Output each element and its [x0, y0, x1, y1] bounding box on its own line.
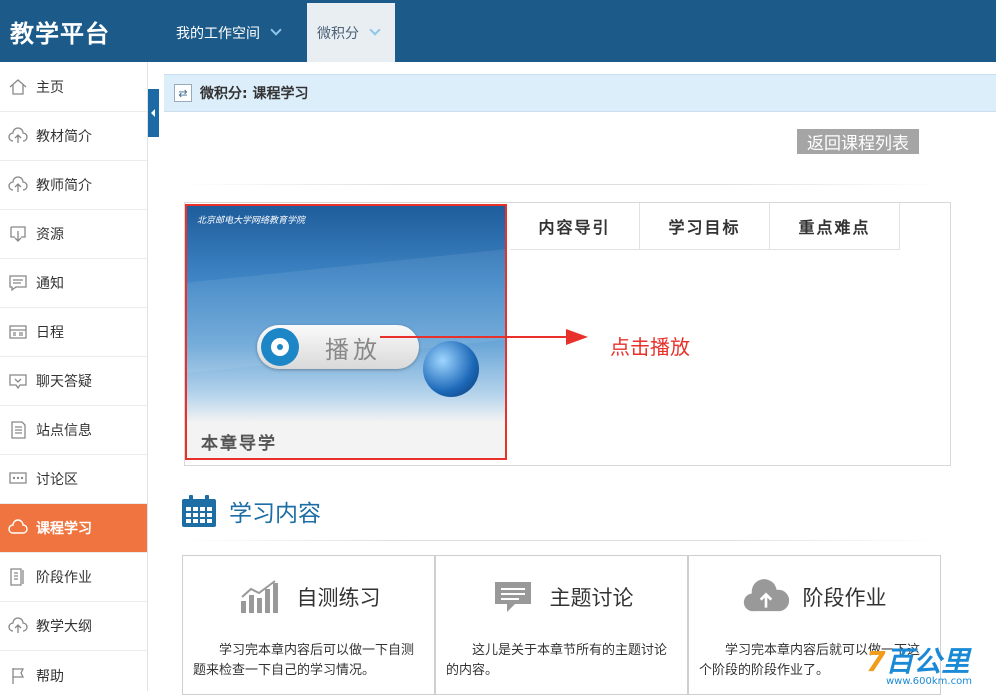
cloud-upload-icon [743, 578, 789, 616]
speech-bubble-icon [490, 578, 536, 616]
chapter-title: 本章导学 [201, 434, 277, 454]
sidebar-item-discussion[interactable]: 讨论区 [0, 455, 147, 504]
calendar-icon [0, 308, 36, 357]
sidebar-item-assignment[interactable]: 阶段作业 [0, 553, 147, 602]
sidebar-item-home[interactable]: 主页 [0, 63, 147, 112]
annotation-arrow-line [380, 336, 570, 338]
nav-my-workspace[interactable]: 我的工作空间 [166, 3, 290, 62]
assignment-icon [0, 553, 36, 602]
sidebar-item-textbook[interactable]: 教材简介 [0, 112, 147, 161]
refresh-icon[interactable]: ⇄ [174, 84, 192, 102]
arrow-right-icon [566, 329, 588, 345]
brand-logo[interactable]: 教学平台 [10, 14, 110, 49]
globe-icon [423, 341, 479, 397]
nav-calculus[interactable]: 微积分 [307, 3, 395, 62]
sidebar-item-label: 站点信息 [36, 423, 92, 439]
video-thumbnail[interactable]: 北京邮电大学网络教育学院 播放 本章导学 [187, 205, 506, 458]
nav-label: 我的工作空间 [176, 25, 260, 42]
cloud-upload-icon [0, 602, 36, 651]
card-description: 学习完本章内容后可以做一下自测题来检查一下自己的学习情况。 [193, 643, 415, 678]
sidebar-item-label: 主页 [36, 80, 64, 96]
breadcrumb: ⇄ 微积分: 课程学习 [164, 74, 996, 112]
back-to-course-list-button[interactable]: 返回课程列表 [797, 129, 919, 154]
sidebar-item-label: 通知 [36, 276, 64, 292]
cloud-upload-icon [0, 161, 36, 210]
card-self-test[interactable]: 自测练习 学习完本章内容后可以做一下自测题来检查一下自己的学习情况。 [182, 555, 435, 695]
section-title: 学习内容 [229, 501, 321, 527]
card-title: 主题讨论 [549, 586, 634, 610]
card-title: 自测练习 [296, 586, 381, 610]
watermark-url: www.600km.com [886, 676, 972, 687]
sidebar-item-label: 教学大纲 [36, 619, 92, 635]
sidebar-item-help[interactable]: 帮助 [0, 651, 147, 700]
sidebar-item-label: 帮助 [36, 668, 64, 685]
sidebar-item-label: 日程 [36, 325, 64, 341]
cloud-upload-icon [0, 112, 36, 161]
download-box-icon [0, 210, 36, 259]
chat-icon [0, 357, 36, 406]
card-description: 这儿是关于本章节所有的主题讨论的内容。 [446, 643, 668, 678]
sidebar-item-label: 教师简介 [36, 178, 92, 194]
chevron-down-icon [270, 24, 282, 36]
sidebar-collapse-toggle[interactable] [148, 89, 159, 137]
film-reel-icon [261, 328, 299, 366]
sidebar-item-site-info[interactable]: 站点信息 [0, 406, 147, 455]
sidebar-item-label: 资源 [36, 227, 64, 243]
learning-content-header: 学习内容 [181, 494, 321, 528]
sidebar-item-label: 讨论区 [36, 472, 78, 488]
flag-icon [0, 651, 36, 700]
discussion-icon [0, 455, 36, 504]
card-title: 阶段作业 [802, 586, 887, 610]
sidebar-item-chat[interactable]: 聊天答疑 [0, 357, 147, 406]
cloud-icon [0, 504, 36, 553]
divider [182, 540, 940, 541]
sidebar-item-label: 教材简介 [36, 129, 92, 145]
sidebar-item-course-study[interactable]: 课程学习 [0, 504, 147, 553]
play-button[interactable]: 播放 [257, 325, 419, 369]
tab-key-points[interactable]: 重点难点 [770, 203, 900, 249]
sidebar-item-notice[interactable]: 通知 [0, 259, 147, 308]
watermark-brand: 7百公里 [866, 645, 970, 678]
sidebar-item-schedule[interactable]: 日程 [0, 308, 147, 357]
tab-learning-goals[interactable]: 学习目标 [640, 203, 770, 249]
sidebar-item-label: 聊天答疑 [36, 374, 92, 390]
card-header: 阶段作业 [689, 578, 940, 616]
sidebar-item-syllabus[interactable]: 教学大纲 [0, 602, 147, 651]
sidebar-item-resources[interactable]: 资源 [0, 210, 147, 259]
home-icon [0, 63, 36, 112]
click-play-annotation: 点击播放 [610, 335, 690, 359]
calendar-icon [181, 494, 217, 528]
university-logo: 北京邮电大学网络教育学院 [197, 216, 306, 226]
divider [182, 184, 940, 185]
chart-icon [237, 578, 283, 616]
tab-content-guide[interactable]: 内容导引 [510, 203, 640, 249]
nav-label: 微积分 [317, 25, 359, 42]
sidebar-item-teacher[interactable]: 教师简介 [0, 161, 147, 210]
play-label: 播放 [325, 335, 381, 364]
card-topic-discussion[interactable]: 主题讨论 这儿是关于本章节所有的主题讨论的内容。 [435, 555, 688, 695]
top-navigation-bar: 教学平台 我的工作空间 微积分 [0, 0, 996, 62]
chapter-tabs: 内容导引 学习目标 重点难点 [510, 203, 900, 250]
card-header: 自测练习 [183, 578, 434, 616]
sidebar: 主页 教材简介 教师简介 资源 通知 日程 聊天答疑 站点信息 讨论区 课程学习… [0, 62, 148, 691]
card-header: 主题讨论 [436, 578, 687, 616]
message-icon [0, 259, 36, 308]
document-icon [0, 406, 36, 455]
breadcrumb-text: 微积分: 课程学习 [200, 86, 309, 102]
chevron-down-icon [369, 24, 381, 36]
sidebar-item-label: 课程学习 [36, 521, 92, 537]
watermark-logo: 7百公里 www.600km.com [866, 640, 996, 691]
sidebar-item-label: 阶段作业 [36, 570, 92, 586]
